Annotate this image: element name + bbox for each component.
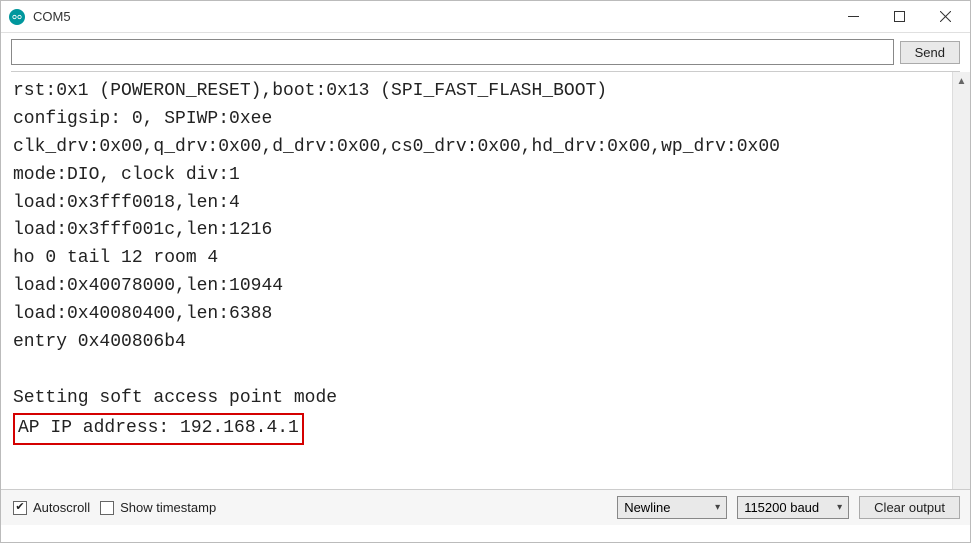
- scroll-up-icon[interactable]: ▲: [953, 72, 970, 90]
- console-output: rst:0x1 (POWERON_RESET),boot:0x13 (SPI_F…: [11, 72, 960, 489]
- console-wrap: rst:0x1 (POWERON_RESET),boot:0x13 (SPI_F…: [11, 71, 960, 489]
- baud-value: 115200 baud: [744, 500, 819, 515]
- autoscroll-checkbox[interactable]: Autoscroll: [13, 500, 90, 515]
- bottom-bar: Autoscroll Show timestamp Newline ▾ 1152…: [1, 489, 970, 525]
- highlighted-line: AP IP address: 192.168.4.1: [13, 413, 304, 445]
- window-title: COM5: [33, 9, 830, 24]
- send-button[interactable]: Send: [900, 41, 960, 64]
- arduino-icon: [9, 9, 25, 25]
- maximize-button[interactable]: [876, 1, 922, 32]
- send-row: Send: [1, 33, 970, 71]
- line-ending-select[interactable]: Newline ▾: [617, 496, 727, 519]
- baud-select[interactable]: 115200 baud ▾: [737, 496, 849, 519]
- timestamp-label: Show timestamp: [120, 500, 216, 515]
- chevron-down-icon: ▾: [715, 502, 720, 513]
- autoscroll-label: Autoscroll: [33, 500, 90, 515]
- window-controls: [830, 1, 968, 32]
- checkbox-icon: [100, 501, 114, 515]
- titlebar: COM5: [1, 1, 970, 33]
- line-ending-value: Newline: [624, 500, 670, 515]
- checkbox-icon: [13, 501, 27, 515]
- scrollbar[interactable]: ▲: [952, 72, 970, 489]
- timestamp-checkbox[interactable]: Show timestamp: [100, 500, 216, 515]
- clear-output-button[interactable]: Clear output: [859, 496, 960, 519]
- close-button[interactable]: [922, 1, 968, 32]
- chevron-down-icon: ▾: [837, 502, 842, 513]
- minimize-button[interactable]: [830, 1, 876, 32]
- serial-input[interactable]: [11, 39, 894, 65]
